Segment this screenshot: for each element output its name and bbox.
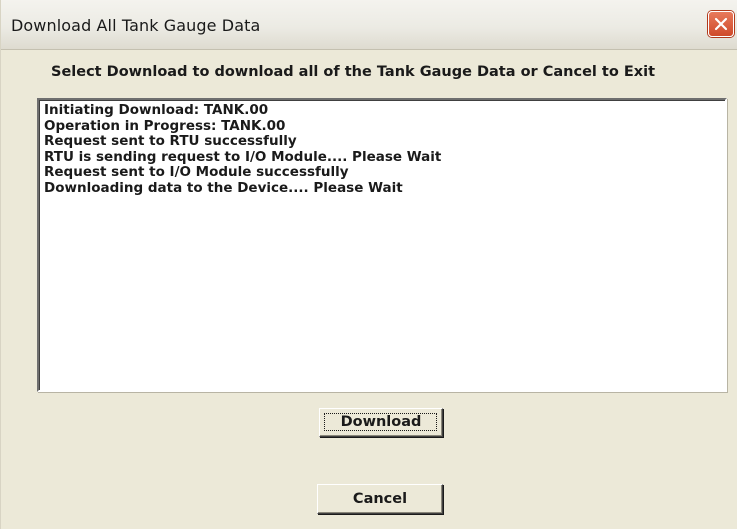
download-dialog: Download All Tank Gauge Data Select Down… (0, 0, 737, 529)
log-line: Initiating Download: TANK.00 (44, 102, 269, 118)
log-line: Request sent to I/O Module successfully (44, 164, 349, 180)
window-title: Download All Tank Gauge Data (11, 16, 261, 35)
close-button[interactable] (708, 11, 734, 37)
log-line: Operation in Progress: TANK.00 (44, 117, 286, 134)
close-icon (714, 17, 728, 31)
focus-ring (324, 413, 437, 431)
cancel-button-label: Cancel (352, 491, 408, 507)
status-log-box[interactable]: Initiating Download: TANK.00 Operation i… (37, 98, 727, 392)
download-button[interactable]: Download (319, 408, 443, 437)
log-line: Request sent to RTU successfully (44, 133, 297, 149)
log-line: RTU is sending request to I/O Module....… (44, 148, 442, 165)
instruction-text: Select Download to download all of the T… (51, 64, 656, 80)
title-bar[interactable]: Download All Tank Gauge Data (1, 0, 737, 50)
cancel-button[interactable]: Cancel (317, 484, 443, 514)
log-line: Downloading data to the Device.... Pleas… (44, 179, 403, 196)
